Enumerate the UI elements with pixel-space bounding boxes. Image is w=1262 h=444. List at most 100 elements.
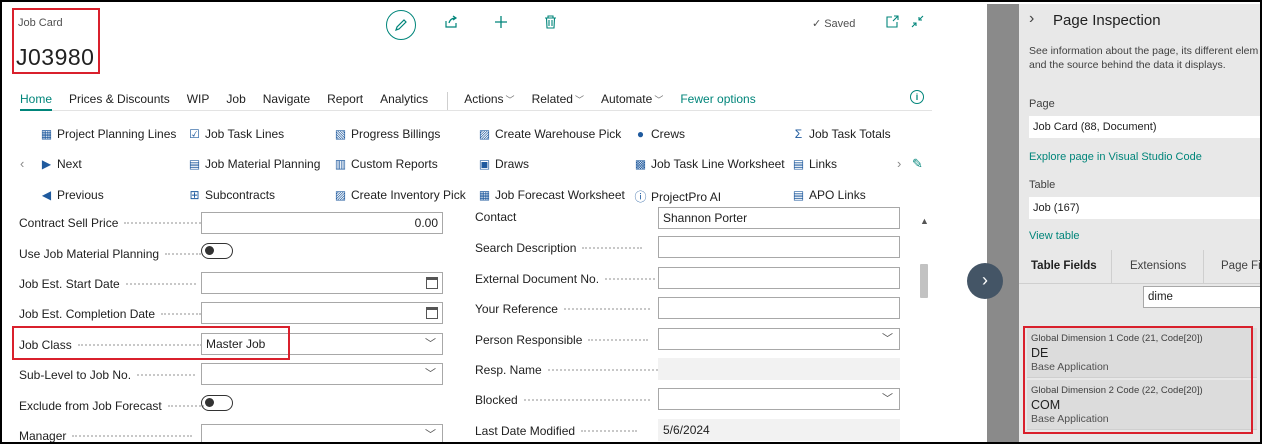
action-next[interactable]: ▶ Next: [40, 157, 82, 171]
view-table-link[interactable]: View table: [1029, 230, 1080, 242]
label-text: Person Responsible: [475, 333, 583, 347]
action-label: Job Material Planning: [205, 157, 321, 171]
action-label: Project Planning Lines: [57, 127, 177, 141]
action-project-planning-lines[interactable]: ▦ Project Planning Lines: [40, 127, 177, 141]
scroll-left-icon[interactable]: ‹: [20, 156, 24, 171]
checkmark-icon: ✓: [812, 18, 822, 30]
search-description-label: Search Description: [475, 241, 643, 255]
edit-button[interactable]: [386, 10, 416, 40]
action-draws[interactable]: ▣ Draws: [478, 157, 529, 171]
contact-input[interactable]: Shannon Porter: [658, 207, 900, 229]
manager-select[interactable]: ﹀: [201, 424, 443, 442]
dotted-leader: [523, 399, 650, 401]
edit-icon: [395, 19, 407, 31]
menu-actions[interactable]: Actions ﹀: [464, 91, 514, 111]
dotted-leader: [582, 247, 643, 249]
field-search-input[interactable]: dime: [1143, 286, 1260, 308]
blocked-label: Blocked: [475, 393, 650, 407]
info-icon[interactable]: i: [910, 90, 924, 104]
job-class-label: Job Class: [19, 338, 202, 352]
action-progress-billings[interactable]: ▧ Progress Billings: [334, 127, 441, 141]
action-projectpro-ai[interactable]: ⓘ ProjectPro AI: [634, 188, 721, 205]
est-start-date-input[interactable]: [201, 272, 443, 294]
menu-wip[interactable]: WIP: [187, 91, 210, 111]
scrollbar-thumb[interactable]: [920, 264, 928, 298]
est-completion-date-input[interactable]: [201, 302, 443, 324]
your-reference-input[interactable]: [658, 297, 900, 319]
calendar-icon[interactable]: [426, 277, 438, 289]
action-custom-reports[interactable]: ▥ Custom Reports: [334, 157, 438, 171]
form-scrollbar[interactable]: ▲: [917, 212, 932, 442]
external-doc-input[interactable]: [658, 267, 900, 289]
menu-report[interactable]: Report: [327, 91, 363, 111]
action-label: Next: [57, 157, 82, 171]
dotted-leader: [167, 405, 204, 407]
pin-icon[interactable]: ✎: [912, 156, 923, 172]
job-class-select[interactable]: Master Job ﹀: [201, 333, 443, 355]
scroll-up-icon[interactable]: ▲: [920, 216, 929, 226]
label-text: Manager: [19, 429, 67, 443]
action-label: Previous: [57, 188, 104, 202]
tab-page-filters[interactable]: Page Filt: [1221, 260, 1260, 272]
calendar-icon[interactable]: [426, 307, 438, 319]
contract-sell-price-input[interactable]: 0.00: [201, 212, 443, 234]
tab-extensions[interactable]: Extensions: [1130, 260, 1186, 272]
input-value: Master Job: [206, 337, 266, 351]
action-job-task-lines[interactable]: ☑ Job Task Lines: [188, 127, 284, 141]
action-subcontracts[interactable]: ⊞ Subcontracts: [188, 188, 275, 202]
open-new-window-icon[interactable]: [886, 15, 899, 31]
chevron-right-icon[interactable]: ›: [1029, 10, 1034, 28]
sub-level-select[interactable]: ﹀: [201, 363, 443, 385]
field-name: Global Dimension 2 Code (22, Code[20]): [1031, 385, 1203, 396]
use-material-planning-toggle[interactable]: [201, 243, 233, 259]
description-line: and the source behind the data it displa…: [1029, 59, 1226, 71]
action-job-task-line-worksheet[interactable]: ▩ Job Task Line Worksheet: [634, 157, 785, 171]
add-icon[interactable]: [494, 15, 508, 32]
menu-prices-discounts[interactable]: Prices & Discounts: [69, 91, 170, 111]
action-apo-links[interactable]: ▤ APO Links: [792, 188, 866, 202]
action-label: Subcontracts: [205, 188, 276, 202]
action-create-inventory-pick[interactable]: ▨ Create Inventory Pick: [334, 188, 466, 202]
ai-info-icon: ⓘ: [634, 190, 647, 204]
table-label: Table: [1029, 179, 1056, 191]
action-menu-bar: Home Prices & Discounts WIP Job Navigate…: [20, 91, 932, 111]
share-icon[interactable]: [444, 15, 458, 32]
chevron-down-icon: ﹀: [425, 338, 436, 350]
expand-panel-button[interactable]: ›: [967, 263, 1003, 299]
field-card[interactable]: Global Dimension 1 Code (21, Code[20]) D…: [1027, 328, 1257, 378]
delete-icon[interactable]: [544, 15, 557, 32]
tab-table-fields[interactable]: Table Fields: [1031, 260, 1097, 272]
apo-links-icon: ▤: [792, 188, 805, 202]
action-label: Job Task Line Worksheet: [651, 157, 785, 171]
menu-fewer-options[interactable]: Fewer options: [680, 91, 755, 111]
label-text: Contact: [475, 210, 517, 224]
action-create-warehouse-pick[interactable]: ▨ Create Warehouse Pick: [478, 127, 621, 141]
blocked-select[interactable]: ﹀: [658, 388, 900, 410]
exclude-forecast-toggle[interactable]: [201, 395, 233, 411]
menu-automate[interactable]: Automate ﹀: [601, 91, 663, 111]
action-crews[interactable]: ● Crews: [634, 127, 685, 141]
links-icon: ▤: [792, 157, 805, 171]
action-job-material-planning[interactable]: ▤ Job Material Planning: [188, 157, 321, 171]
menu-analytics[interactable]: Analytics: [380, 91, 428, 111]
person-responsible-select[interactable]: ﹀: [658, 328, 900, 350]
menu-related[interactable]: Related ﹀: [532, 91, 584, 111]
panel-description: See information about the page, its diff…: [1029, 44, 1260, 72]
action-job-task-totals[interactable]: Σ Job Task Totals: [792, 127, 891, 141]
collapse-icon[interactable]: [911, 15, 924, 31]
field-card[interactable]: Global Dimension 2 Code (22, Code[20]) C…: [1027, 380, 1257, 430]
menu-home[interactable]: Home: [20, 91, 53, 111]
menu-navigate[interactable]: Navigate: [263, 91, 310, 111]
search-description-input[interactable]: [658, 236, 900, 258]
field-name: Global Dimension 1 Code (21, Code[20]): [1031, 333, 1203, 344]
draws-icon: ▣: [478, 157, 491, 171]
action-label: Links: [809, 157, 838, 171]
explore-vscode-link[interactable]: Explore page in Visual Studio Code: [1029, 151, 1202, 163]
person-responsible-label: Person Responsible: [475, 333, 649, 347]
page-label: Page: [1029, 98, 1055, 110]
action-job-forecast-worksheet[interactable]: ▦ Job Forecast Worksheet: [478, 188, 625, 202]
scroll-right-icon[interactable]: ›: [897, 156, 901, 171]
menu-job[interactable]: Job: [226, 91, 245, 111]
action-links[interactable]: ▤ Links: [792, 157, 837, 171]
action-previous[interactable]: ◀ Previous: [40, 188, 104, 202]
